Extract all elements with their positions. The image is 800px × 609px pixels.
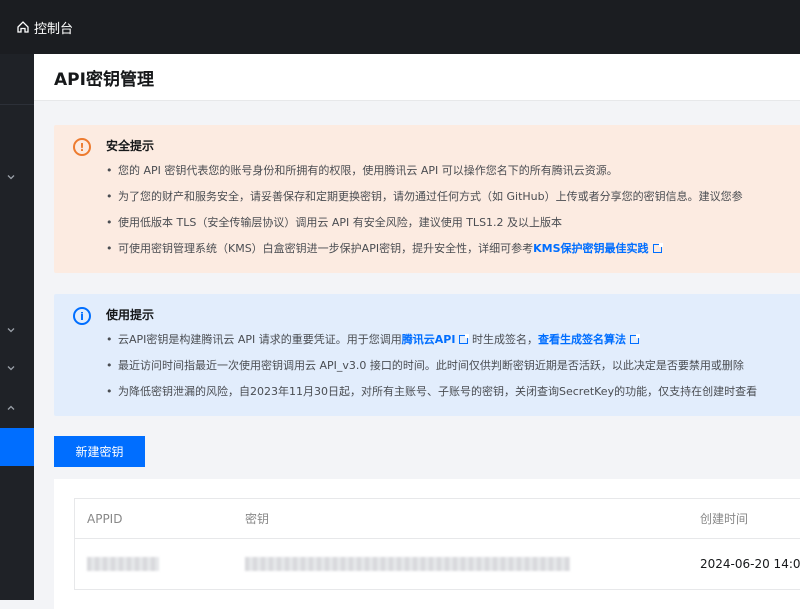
warning-icon: ! [73, 138, 91, 156]
usage-notice-item: 云API密钥是构建腾讯云 API 请求的重要凭证。用于您调用腾讯云API 时生成… [106, 327, 800, 353]
chevron-down-icon[interactable] [4, 361, 18, 375]
page-title: API密钥管理 [54, 69, 154, 90]
usage-text: 云API密钥是构建腾讯云 API 请求的重要凭证。用于您调用 [118, 333, 402, 346]
usage-text: 时生成签名， [468, 333, 538, 346]
chevron-down-icon[interactable] [4, 323, 18, 337]
chevron-up-icon[interactable] [4, 401, 18, 415]
create-key-button[interactable]: 新建密钥 [54, 436, 145, 467]
external-link-icon[interactable] [459, 334, 470, 344]
security-notice-item: 使用低版本 TLS（安全传输层协议）调用云 API 有安全风险，建议使用 TLS… [106, 210, 800, 236]
chevron-down-icon[interactable] [4, 170, 18, 184]
security-notice-item: 为了您的财产和服务安全，请妥善保存和定期更换密钥，请勿通过任何方式（如 GitH… [106, 184, 800, 210]
keys-table: APPID 密钥 创建时间 2024-06-20 14:0 [74, 498, 800, 590]
console-home-link[interactable]: 控制台 [16, 18, 73, 37]
usage-notice: i 使用提示 云API密钥是构建腾讯云 API 请求的重要凭证。用于您调用腾讯云… [54, 294, 800, 416]
kms-text: 可使用密钥管理系统（KMS）白盒密钥进一步保护API密钥，提升安全性，详细可参考 [118, 242, 534, 255]
table-header: APPID 密钥 创建时间 [75, 499, 800, 539]
usage-notice-title: 使用提示 [106, 308, 155, 322]
console-label: 控制台 [34, 21, 74, 37]
key-redacted [245, 557, 570, 571]
usage-notice-item: 最近访问时间指最近一次使用密钥调用云 API_v3.0 接口的时间。此时间仅供判… [106, 353, 800, 379]
column-created-time: 创建时间 [700, 512, 749, 526]
table-row[interactable]: 2024-06-20 14:0 [75, 539, 800, 589]
keys-table-card: APPID 密钥 创建时间 2024-06-20 14:0 [54, 479, 800, 609]
main-content: ! 安全提示 您的 API 密钥代表您的账号身份和所拥有的权限，使用腾讯云 AP… [34, 101, 800, 609]
sidebar-item-active[interactable] [0, 428, 34, 466]
signature-algorithm-link[interactable]: 查看生成签名算法 [538, 333, 626, 346]
column-appid: APPID [87, 511, 123, 526]
column-key: 密钥 [245, 512, 270, 526]
security-notice: ! 安全提示 您的 API 密钥代表您的账号身份和所拥有的权限，使用腾讯云 AP… [54, 125, 800, 273]
home-icon [17, 21, 29, 33]
info-icon: i [73, 307, 91, 325]
external-link-icon[interactable] [652, 243, 663, 253]
appid-redacted [87, 557, 159, 571]
page-header: API密钥管理 [34, 54, 800, 101]
security-notice-item: 可使用密钥管理系统（KMS）白盒密钥进一步保护API密钥，提升安全性，详细可参考… [106, 236, 800, 262]
created-time-value: 2024-06-20 14:0 [700, 557, 800, 571]
top-bar: 控制台 [0, 0, 800, 54]
external-link-icon[interactable] [629, 334, 640, 344]
security-notice-title: 安全提示 [106, 139, 155, 153]
sidebar [0, 54, 34, 600]
kms-best-practice-link[interactable]: KMS保护密钥最佳实践 [533, 242, 648, 255]
security-notice-item: 您的 API 密钥代表您的账号身份和所拥有的权限，使用腾讯云 API 可以操作您… [106, 158, 800, 184]
sidebar-divider [0, 104, 34, 105]
tencent-cloud-api-link[interactable]: 腾讯云API [402, 333, 456, 346]
usage-notice-item: 为降低密钥泄漏的风险，自2023年11月30日起，对所有主账号、子账号的密钥，关… [106, 379, 800, 405]
